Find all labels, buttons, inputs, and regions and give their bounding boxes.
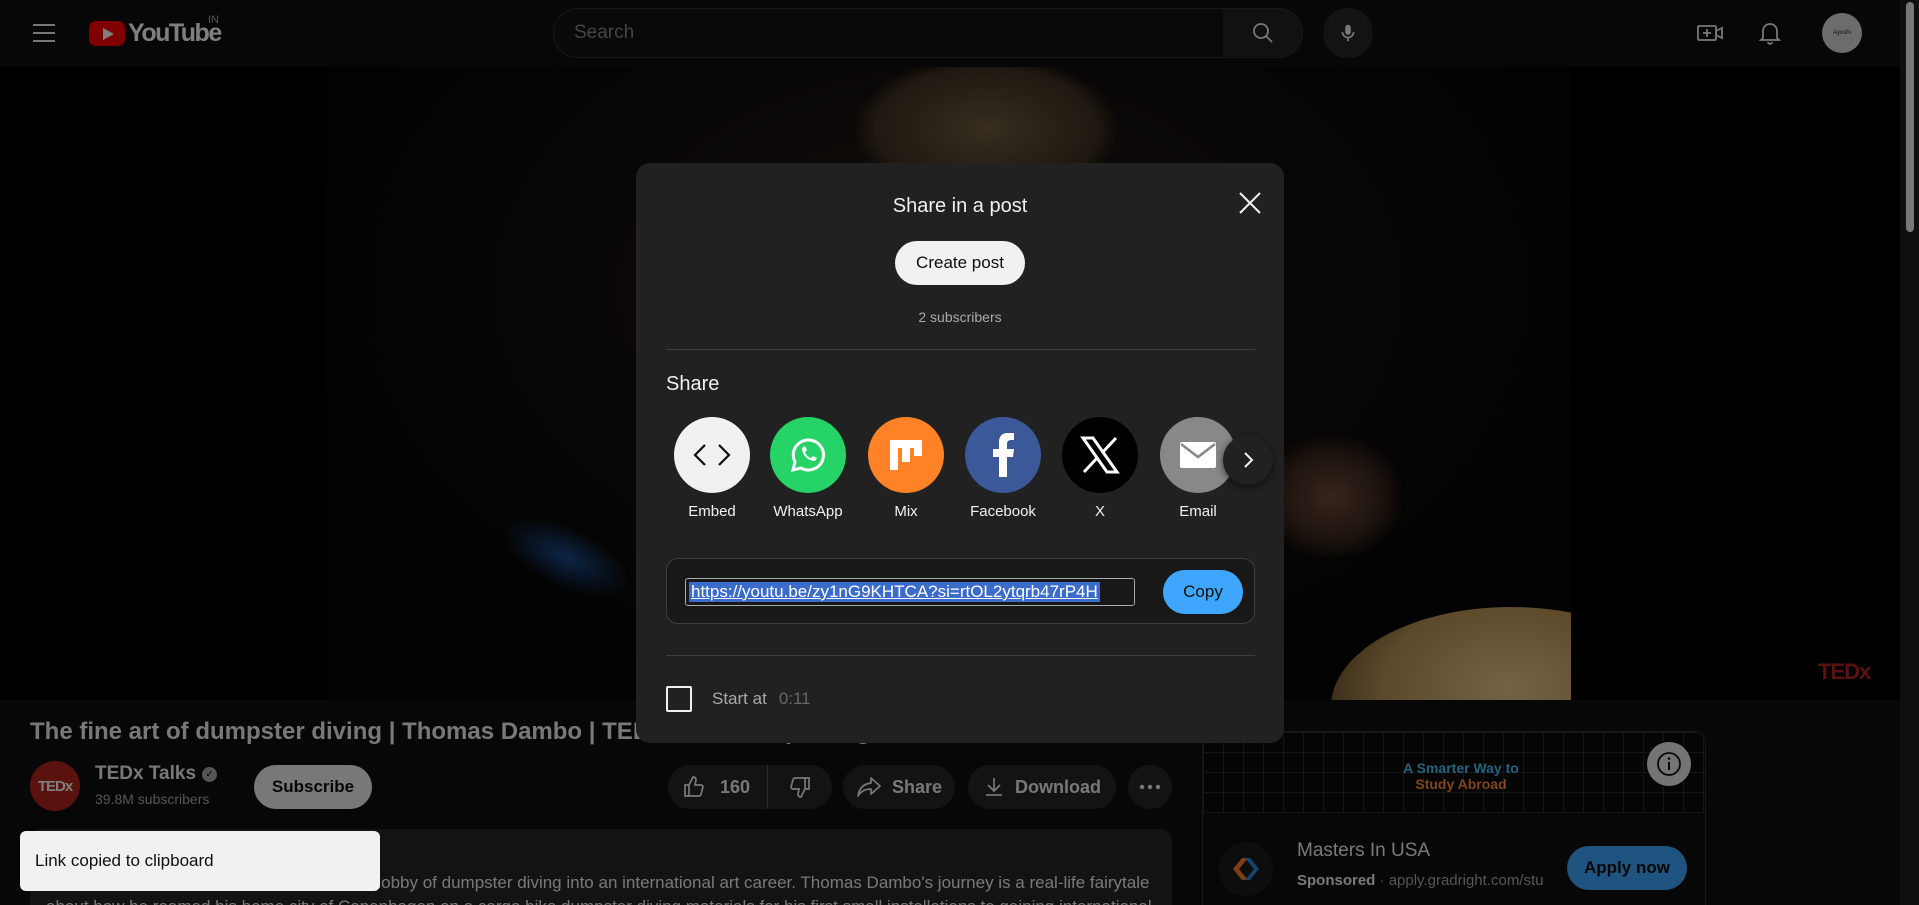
toast-message: Link copied to clipboard (35, 851, 214, 870)
share-link-box: https://youtu.be/zy1nG9KHTCA?si=rtOL2ytq… (666, 558, 1255, 624)
page-scrollbar[interactable] (1900, 0, 1919, 905)
mix-icon (890, 440, 922, 470)
start-at-label: Start at (712, 689, 767, 708)
divider (666, 349, 1255, 350)
share-target-embed[interactable]: Embed (674, 417, 750, 520)
share-target-label: Facebook (970, 503, 1036, 520)
share-target-mix[interactable]: Mix (868, 417, 944, 520)
start-at-row: Start at 0:11 (666, 686, 811, 712)
copy-button[interactable]: Copy (1163, 570, 1243, 614)
toast-notification: Link copied to clipboard (20, 831, 380, 891)
share-target-facebook[interactable]: Facebook (965, 417, 1041, 520)
start-at-checkbox[interactable] (666, 686, 692, 712)
share-heading: Share (666, 373, 720, 395)
x-icon (1080, 436, 1120, 474)
x-circle[interactable] (1062, 417, 1138, 493)
create-post-button[interactable]: Create post (895, 241, 1025, 285)
mix-circle[interactable] (868, 417, 944, 493)
email-icon (1180, 442, 1216, 468)
share-link-text[interactable]: https://youtu.be/zy1nG9KHTCA?si=rtOL2ytq… (689, 582, 1100, 602)
facebook-circle[interactable] (965, 417, 1041, 493)
chevron-right-icon (1244, 452, 1254, 468)
embed-circle[interactable] (674, 417, 750, 493)
share-dialog: Share in a post Create post 2 subscriber… (636, 163, 1284, 743)
post-subscribers: 2 subscribers (918, 309, 1002, 325)
share-target-label: WhatsApp (773, 503, 843, 520)
share-target-label: Embed (688, 503, 736, 520)
close-button[interactable] (1232, 185, 1268, 221)
scrollbar-thumb[interactable] (1906, 2, 1914, 232)
facebook-icon (993, 433, 1014, 477)
start-at-time[interactable]: 0:11 (779, 689, 811, 709)
whatsapp-circle[interactable] (770, 417, 846, 493)
share-target-x[interactable]: X (1062, 417, 1138, 520)
divider (666, 655, 1255, 656)
share-link-field[interactable]: https://youtu.be/zy1nG9KHTCA?si=rtOL2ytq… (685, 578, 1135, 606)
embed-icon (693, 444, 731, 466)
share-target-label: X (1094, 503, 1105, 520)
share-target-whatsapp[interactable]: WhatsApp (770, 417, 846, 520)
dialog-title: Share in a post (892, 195, 1028, 217)
whatsapp-icon (790, 438, 825, 473)
share-target-label: Mix (894, 503, 918, 520)
share-next-button[interactable] (1223, 435, 1273, 485)
share-target-label: Email (1179, 503, 1217, 520)
close-icon (1239, 192, 1261, 214)
